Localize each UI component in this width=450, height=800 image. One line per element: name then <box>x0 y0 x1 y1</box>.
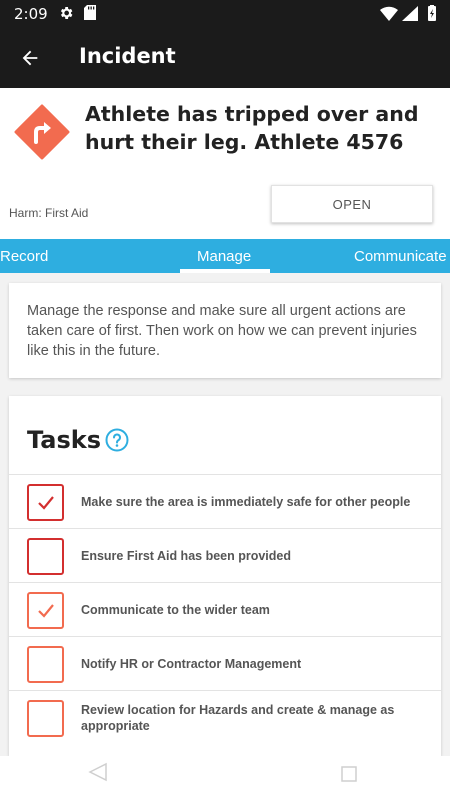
help-circle-icon[interactable] <box>105 428 129 452</box>
tab-communicate[interactable]: Communicate <box>354 248 447 265</box>
tab-bar: Record Manage Communicate <box>0 239 450 273</box>
task-row: Review location for Hazards and create &… <box>9 690 441 744</box>
task-label: Notify HR or Contractor Management <box>81 657 302 671</box>
arrow-back-icon <box>22 50 38 66</box>
status-time: 2:09 <box>14 5 48 23</box>
nav-recents-icon[interactable] <box>341 766 357 782</box>
task-checkbox[interactable] <box>27 646 64 683</box>
task-row: Notify HR or Contractor Management <box>9 636 441 690</box>
tab-record[interactable]: Record <box>0 248 48 265</box>
incident-title: Athlete has tripped over and hurt their … <box>85 102 419 154</box>
harm-level: Harm: First Aid <box>9 206 89 220</box>
task-checkbox[interactable] <box>27 538 64 575</box>
wifi-icon <box>380 6 398 21</box>
status-right-icons <box>380 5 436 21</box>
task-checkbox[interactable] <box>27 592 64 629</box>
checkmark-icon <box>37 495 54 510</box>
tasks-title: Tasks <box>27 426 102 454</box>
sd-card-icon <box>84 5 96 20</box>
tab-manage[interactable]: Manage <box>197 248 251 265</box>
app-bar: Incident <box>0 28 450 88</box>
gear-icon <box>60 7 73 19</box>
hazard-diamond-icon <box>14 104 70 160</box>
nav-back-icon[interactable] <box>88 762 108 782</box>
task-checkbox[interactable] <box>27 484 64 521</box>
back-button[interactable] <box>14 42 46 74</box>
task-checkbox[interactable] <box>27 700 64 737</box>
status-button[interactable]: OPEN <box>271 185 433 223</box>
intro-card: Manage the response and make sure all ur… <box>9 283 441 378</box>
status-bar: 2:09 <box>0 0 450 28</box>
system-nav-bar <box>0 756 450 800</box>
task-label: Communicate to the wider team <box>81 603 270 617</box>
task-label: Ensure First Aid has been provided <box>81 549 291 563</box>
task-label: Review location for Hazards and create &… <box>81 703 395 733</box>
checkmark-icon <box>37 603 54 618</box>
task-row: Ensure First Aid has been provided <box>9 528 441 582</box>
task-label: Make sure the area is immediately safe f… <box>81 495 411 509</box>
task-row: Communicate to the wider team <box>9 582 441 636</box>
intro-text: Manage the response and make sure all ur… <box>27 303 417 359</box>
tasks-card: Tasks Make sure the area is immediately … <box>9 396 441 756</box>
task-row: Make sure the area is immediately safe f… <box>9 474 441 528</box>
app-title: Incident <box>79 44 176 68</box>
signal-icon <box>402 6 418 21</box>
